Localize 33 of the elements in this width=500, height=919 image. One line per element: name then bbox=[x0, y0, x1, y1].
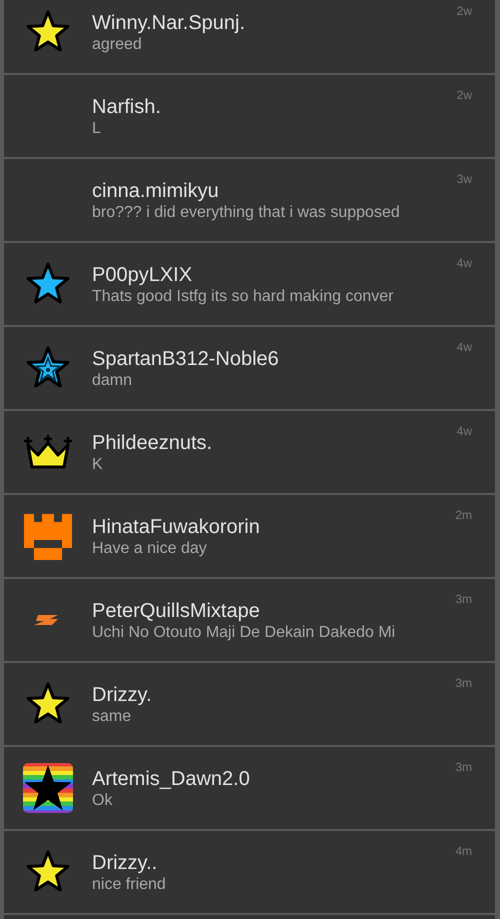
message-preview: Have a nice day bbox=[92, 538, 208, 558]
username: Winny.Nar.Spunj. bbox=[92, 12, 246, 34]
message-preview: bro??? i did everything that i was supposed bbox=[92, 202, 401, 222]
message-preview: damn bbox=[92, 370, 134, 390]
timestamp: 3m bbox=[455, 592, 472, 606]
timestamp: 3w bbox=[456, 172, 472, 186]
message-preview: same bbox=[92, 706, 132, 726]
username: Phildeeznuts. bbox=[92, 432, 214, 454]
timestamp: 2w bbox=[456, 88, 472, 102]
message-preview: agreed bbox=[92, 34, 143, 54]
message-preview: nice friend bbox=[92, 874, 167, 894]
timestamp: 4w bbox=[456, 340, 472, 354]
message-preview: K bbox=[92, 454, 104, 474]
message-preview: Thats good Istfg its so hard making conver bbox=[92, 286, 394, 306]
message-preview: Uchi No Otouto Maji De Dekain Dakedo Mi bbox=[92, 622, 396, 642]
username: SpartanB312-Noble6 bbox=[92, 348, 280, 370]
timestamp: 2w bbox=[456, 4, 472, 18]
timestamp: 3m bbox=[455, 676, 472, 690]
username: PeterQuillsMixtape bbox=[92, 600, 261, 622]
message-preview: Ok bbox=[92, 790, 114, 810]
username: Artemis_Dawn2.0 bbox=[92, 768, 251, 790]
username: Narfish. bbox=[92, 96, 162, 118]
timestamp: 3m bbox=[455, 760, 472, 774]
timestamp: 4w bbox=[456, 424, 472, 438]
message-preview: L bbox=[92, 118, 102, 138]
username: HinataFuwakororin bbox=[92, 516, 261, 538]
timestamp: 4w bbox=[456, 256, 472, 270]
username: P00pyLXIX bbox=[92, 264, 194, 286]
username: cinna.mimikyu bbox=[92, 180, 220, 202]
timestamp: 4m bbox=[455, 844, 472, 858]
username: Drizzy.. bbox=[92, 852, 158, 874]
username: Drizzy. bbox=[92, 684, 153, 706]
timestamp: 2m bbox=[455, 508, 472, 522]
